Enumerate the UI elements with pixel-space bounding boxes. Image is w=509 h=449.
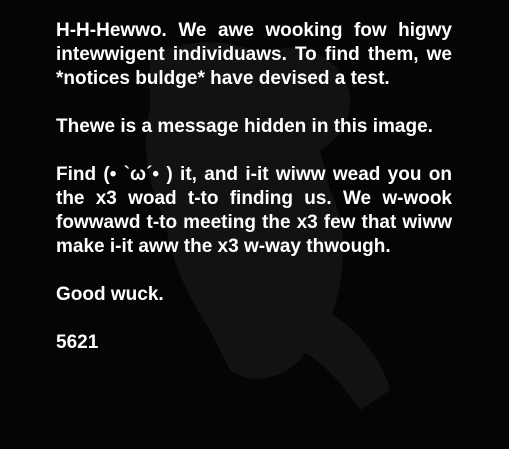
message-code: 5621 [56,332,99,353]
message-paragraph-instructions: Find (• `ω´• ) it, and i-it wiww wead yo… [56,164,452,257]
message-block: H-H-Hewwo. We awe wooking fow higwy inte… [56,19,452,355]
message-paragraph-hint: Thewe is a message hidden in this image. [56,116,433,137]
message-signoff: Good wuck. [56,284,164,305]
message-paragraph-intro: H-H-Hewwo. We awe wooking fow higwy inte… [56,20,452,89]
